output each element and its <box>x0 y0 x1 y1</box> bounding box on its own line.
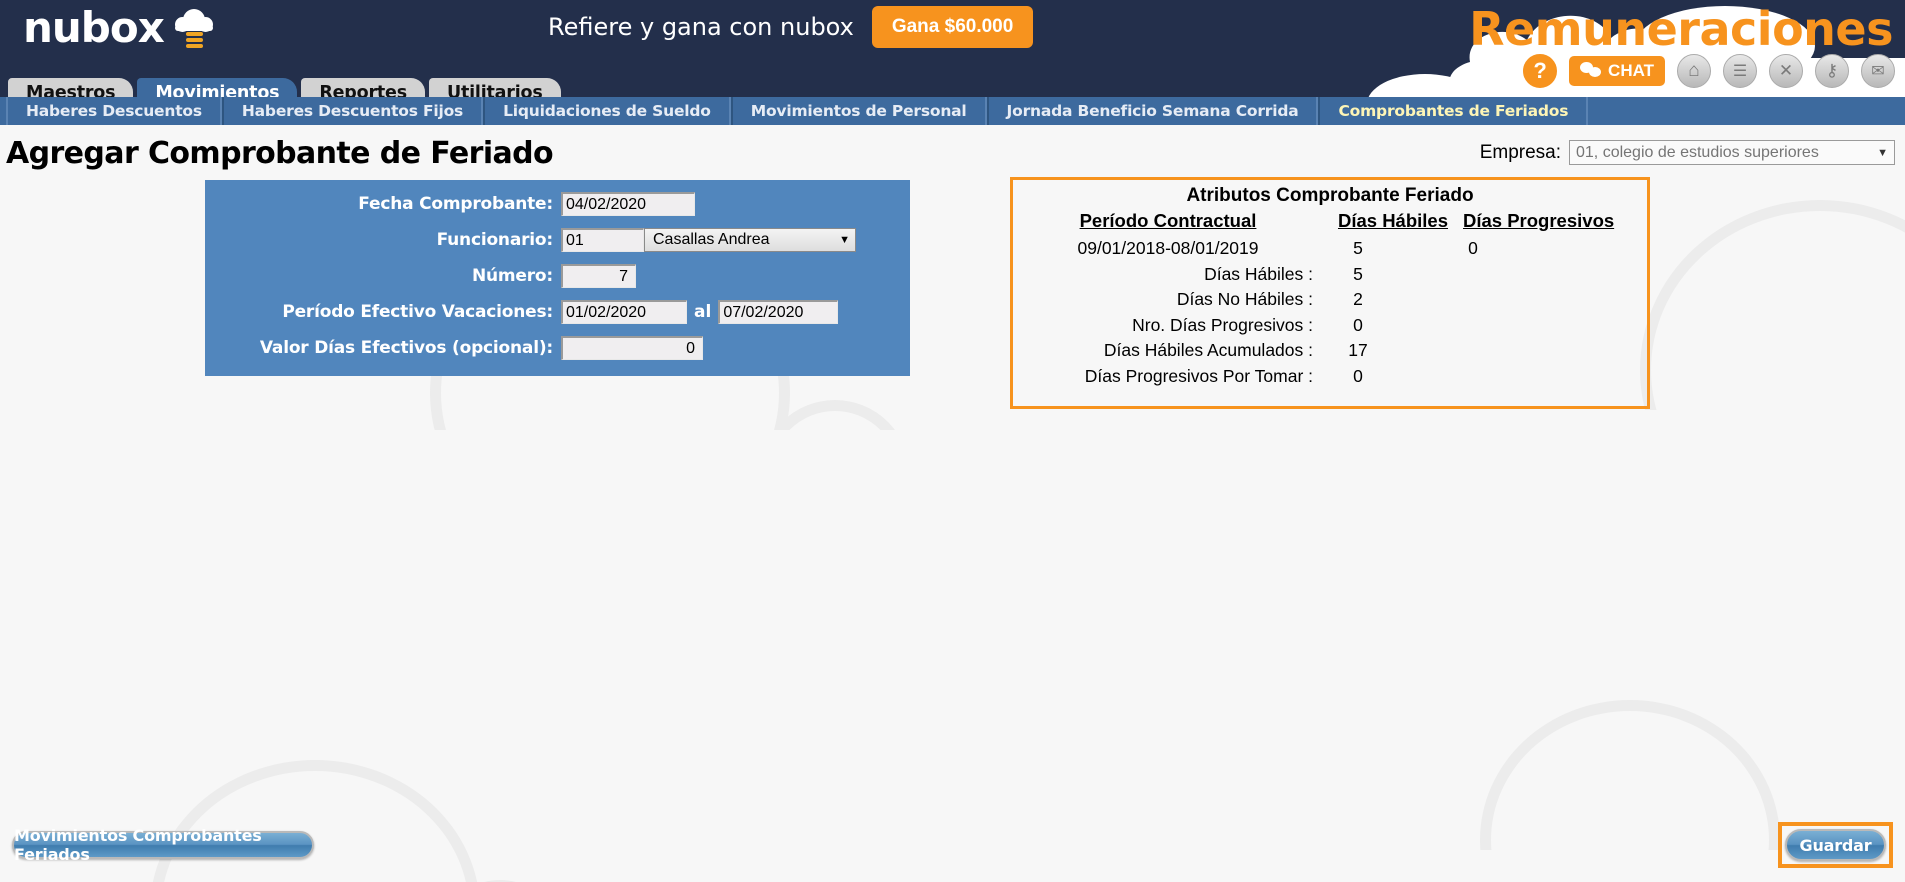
subtab-jornada-beneficio-semana-corrida[interactable]: Jornada Beneficio Semana Corrida <box>986 97 1319 125</box>
atributos-comprobante-feriado-panel: Atributos Comprobante Feriado Período Co… <box>1010 177 1650 409</box>
table-row: Días Hábiles : 5 <box>1013 262 1647 288</box>
funcionario-code-input[interactable]: 01 <box>561 228 644 252</box>
subtab-comprobantes-label: Comprobantes de Feriados <box>1338 102 1569 120</box>
comprobante-form-panel: Fecha Comprobante: 04/02/2020 Funcionari… <box>205 180 910 376</box>
cloud-stack-icon <box>174 8 214 48</box>
table-row: Nro. Días Progresivos : 0 <box>1013 313 1647 339</box>
atributos-title: Atributos Comprobante Feriado <box>1186 185 1474 206</box>
row-label: Días Hábiles : <box>1204 263 1313 284</box>
row-label: Días Hábiles Acumulados : <box>1103 340 1313 361</box>
periodo-desde-input[interactable]: 01/02/2020 <box>561 300 687 324</box>
chevron-down-icon: ▼ <box>839 234 850 246</box>
application-window: nubox Refiere y gana con nubox Gana $60.… <box>0 0 1905 882</box>
subtab-movimientos-de-personal[interactable]: Movimientos de Personal <box>730 97 987 125</box>
header-dias-habiles: Días Hábiles <box>1337 210 1449 231</box>
row-label: 09/01/2018-08/01/2019 <box>1077 238 1259 259</box>
row-habiles: 0 <box>1353 314 1363 335</box>
subtab-haberes-descuentos-fijos-label: Haberes Descuentos Fijos <box>241 102 464 120</box>
numero-input[interactable]: 7 <box>561 264 636 288</box>
header-periodo-contractual: Período Contractual <box>1079 210 1257 231</box>
subtab-haberes-descuentos-label: Haberes Descuentos <box>26 102 202 120</box>
numero-label: Número: <box>471 266 553 286</box>
empresa-selected-value: 01, colegio de estudios superiores <box>1576 143 1819 161</box>
empresa-select[interactable]: 01, colegio de estudios superiores ▼ <box>1569 140 1895 165</box>
subtab-comprobantes-de-feriados[interactable]: Comprobantes de Feriados <box>1318 97 1589 125</box>
valor-dias-efectivos-input[interactable]: 0 <box>561 336 703 360</box>
referral-promo: Refiere y gana con nubox Gana $60.000 <box>548 6 1034 48</box>
valor-dias-efectivos-label: Valor Días Efectivos (opcional): <box>259 338 553 358</box>
form-row-funcionario: Funcionario: 01 Casallas Andrea ▼ <box>205 228 910 252</box>
funcionario-label: Funcionario: <box>436 230 554 250</box>
nubox-logo[interactable]: nubox <box>23 6 214 50</box>
row-progresivos: 0 <box>1468 238 1478 259</box>
funcionario-name-select[interactable]: Casallas Andrea ▼ <box>644 228 856 252</box>
atributos-table-header: Período Contractual Días Hábiles Días Pr… <box>1013 210 1647 232</box>
chevron-down-icon: ▼ <box>1877 146 1888 159</box>
form-row-valor-dias: Valor Días Efectivos (opcional): 0 <box>205 336 910 360</box>
subtab-liquidaciones-de-sueldo[interactable]: Liquidaciones de Sueldo <box>483 97 731 125</box>
row-habiles: 5 <box>1353 238 1363 259</box>
row-habiles: 5 <box>1353 263 1363 284</box>
table-row: Días No Hábiles : 2 <box>1013 287 1647 313</box>
subtab-jornada-label: Jornada Beneficio Semana Corrida <box>1006 102 1299 120</box>
fecha-comprobante-label: Fecha Comprobante: <box>358 194 553 214</box>
table-row: Días Hábiles Acumulados : 17 <box>1013 338 1647 364</box>
row-label: Días Progresivos Por Tomar : <box>1084 365 1313 386</box>
empresa-selector-row: Empresa: 01, colegio de estudios superio… <box>1480 140 1895 165</box>
row-habiles: 17 <box>1348 340 1368 361</box>
periodo-efectivo-vacaciones-label: Período Efectivo Vacaciones: <box>282 302 553 322</box>
table-row: 09/01/2018-08/01/2019 5 0 <box>1013 236 1647 262</box>
periodo-al-label: al <box>694 302 712 322</box>
table-row: Días Progresivos Por Tomar : 0 <box>1013 364 1647 390</box>
fecha-comprobante-input[interactable]: 04/02/2020 <box>561 192 695 216</box>
guardar-button-highlight: Guardar <box>1778 822 1893 868</box>
form-row-periodo: Período Efectivo Vacaciones: 01/02/2020 … <box>205 300 910 324</box>
funcionario-name-value: Casallas Andrea <box>653 231 770 248</box>
subtab-liquidaciones-de-sueldo-label: Liquidaciones de Sueldo <box>503 102 711 120</box>
row-label: Días No Hábiles : <box>1176 289 1313 310</box>
module-brand-title: Remuneraciones <box>1469 2 1893 56</box>
movimientos-comprobantes-feriados-button[interactable]: Movimientos Comprobantes Feriados <box>12 826 314 864</box>
empresa-label: Empresa: <box>1479 141 1561 163</box>
form-row-numero: Número: 7 <box>205 264 910 288</box>
sub-tab-strip: Haberes Descuentos Haberes Descuentos Fi… <box>0 97 1905 125</box>
main-content: Agregar Comprobante de Feriado Empresa: … <box>0 125 1905 882</box>
row-habiles: 0 <box>1353 365 1363 386</box>
promo-text: Refiere y gana con nubox <box>548 13 854 41</box>
subtab-haberes-descuentos[interactable]: Haberes Descuentos <box>6 97 222 125</box>
form-row-fecha: Fecha Comprobante: 04/02/2020 <box>205 192 910 216</box>
subtab-haberes-descuentos-fijos[interactable]: Haberes Descuentos Fijos <box>221 97 484 125</box>
subtab-movimientos-de-personal-label: Movimientos de Personal <box>750 102 967 120</box>
header-dias-progresivos: Días Progresivos <box>1463 210 1615 231</box>
page-title: Agregar Comprobante de Feriado <box>6 136 554 171</box>
row-habiles: 2 <box>1353 289 1363 310</box>
logo-wordmark: nubox <box>23 3 165 52</box>
periodo-hasta-input[interactable]: 07/02/2020 <box>718 300 839 324</box>
promo-gana-button[interactable]: Gana $60.000 <box>871 6 1034 48</box>
guardar-button[interactable]: Guardar <box>1785 829 1886 861</box>
row-label: Nro. Días Progresivos : <box>1132 314 1313 335</box>
